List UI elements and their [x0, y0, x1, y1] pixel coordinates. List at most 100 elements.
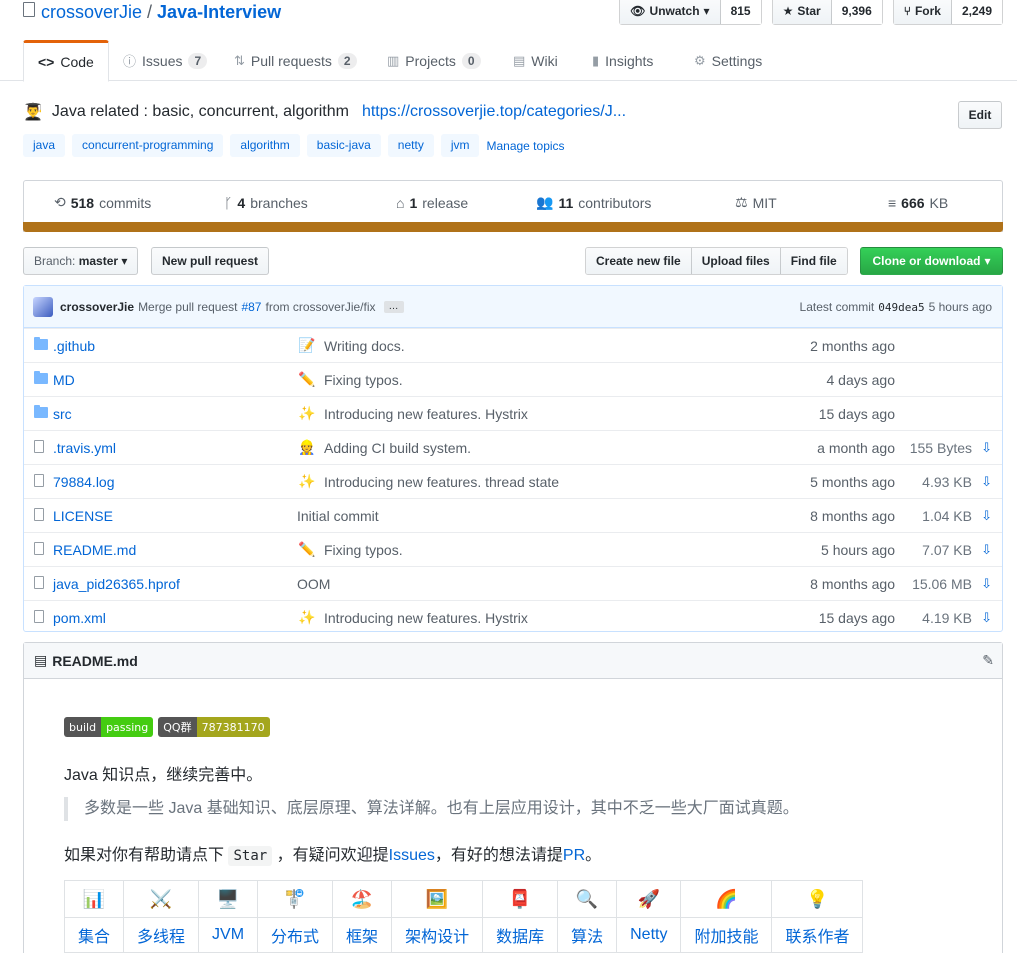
branch-select[interactable]: Branch: master ▾ [23, 247, 139, 275]
commits-link[interactable]: ⟲ 518 commits [54, 181, 151, 224]
fork-count[interactable]: 2,249 [951, 0, 1002, 24]
file-name-link[interactable]: 79884.log [53, 474, 115, 490]
commit-message-text: Fixing typos. [324, 371, 403, 388]
find-file-button[interactable]: Find file [780, 248, 847, 274]
table-link-cell[interactable]: 算法 [557, 917, 618, 953]
table-link-cell[interactable]: Netty [616, 917, 682, 953]
edit-button[interactable]: Edit [958, 101, 1002, 129]
expand-commit-button[interactable]: … [383, 300, 404, 313]
table-link-cell[interactable]: 分布式 [257, 917, 334, 953]
repo-owner-link[interactable]: crossoverJie [41, 2, 142, 23]
issues-link[interactable]: Issues [389, 847, 435, 864]
watch-count[interactable]: 815 [720, 0, 761, 24]
build-badge[interactable]: build passing [64, 717, 154, 737]
release-label: release [422, 194, 469, 211]
language-bar[interactable] [23, 222, 1003, 232]
manage-topics-link[interactable]: Manage topics [486, 139, 564, 153]
file-name-link[interactable]: java_pid26365.hprof [53, 576, 180, 592]
pr-link[interactable]: #87 [241, 300, 261, 314]
releases-link[interactable]: ⌂ 1 release [396, 181, 468, 224]
download-icon[interactable]: ⇩ [981, 576, 992, 592]
file-name-link[interactable]: src [53, 406, 72, 422]
repo-nav: <> Code ⓘ Issues 7 ⇅ Pull requests 2 ▥ Project… [0, 40, 1017, 82]
file-age: 8 months ago [810, 575, 895, 592]
fork-button[interactable]: ⑂ Fork [893, 0, 952, 24]
pr-link[interactable]: PR [563, 847, 585, 864]
commit-sha[interactable]: 049dea5 [878, 301, 924, 314]
download-icon[interactable]: ⇩ [981, 440, 992, 456]
badge-right: passing [101, 717, 154, 737]
tab-projects[interactable]: ▥ Projects 0 [387, 40, 481, 81]
commit-message[interactable]: 👷 Adding CI build system. [297, 439, 471, 456]
topic-tag[interactable]: netty [387, 134, 434, 157]
download-icon[interactable]: ⇩ [981, 610, 992, 626]
new-pull-request-button[interactable]: New pull request [151, 247, 270, 275]
license-link[interactable]: ⚖ MIT [735, 181, 777, 224]
file-name-link[interactable]: README.md [53, 542, 136, 558]
description-text: Java related : basic, concurrent, algori… [51, 103, 349, 120]
commit-message[interactable]: OOM [297, 576, 330, 592]
table-link-cell[interactable]: 联系作者 [771, 917, 864, 953]
topic-tag[interactable]: jvm [440, 134, 480, 157]
table-link-cell[interactable]: 框架 [332, 917, 393, 953]
commit-message-prefix[interactable]: Merge pull request [138, 300, 237, 314]
pencil-icon[interactable]: ✎ [982, 652, 994, 669]
file-name-link[interactable]: LICENSE [53, 508, 113, 524]
clone-download-button[interactable]: Clone or download ▾ [860, 247, 1003, 275]
commit-message-text: Introducing new features. thread state [324, 473, 560, 490]
commit-message[interactable]: ✏️ Fixing typos. [297, 541, 402, 558]
tab-insights[interactable]: ▮ Insights [592, 40, 653, 81]
folder-icon [34, 337, 48, 350]
upload-files-button[interactable]: Upload files [691, 248, 781, 274]
file-name-link[interactable]: .travis.yml [53, 440, 116, 456]
topic-tag[interactable]: algorithm [230, 134, 300, 157]
table-link-cell[interactable]: 多线程 [123, 917, 200, 953]
topic-tag[interactable]: java [23, 134, 66, 157]
table-link-cell[interactable]: 架构设计 [391, 917, 484, 953]
qq-badge[interactable]: QQ群 787381170 [158, 717, 270, 737]
commit-message-text: Introducing new features. Hystrix [324, 609, 528, 626]
table-icon-cell: 🚀 [616, 880, 682, 918]
file-age: 15 days ago [818, 609, 895, 626]
tab-code[interactable]: <> Code [23, 40, 109, 82]
commit-message[interactable]: 📝 Writing docs. [297, 337, 404, 354]
table-link-cell[interactable]: 数据库 [482, 917, 559, 953]
avatar[interactable] [33, 296, 53, 317]
file-row: java_pid26365.hprof OOM 8 months ago 15.06 … [24, 566, 1002, 600]
topic-tag[interactable]: concurrent-programming [72, 134, 224, 157]
tab-pull-requests[interactable]: ⇅ Pull requests 2 [234, 40, 357, 81]
commit-author[interactable]: crossoverJie [60, 300, 134, 314]
repo-name-link[interactable]: Java-Interview [157, 2, 281, 23]
pagehead-actions: 👁 Unwatch ▾ 815 ★ Star 9,396 ⑂ Fork 2,249 [619, 0, 1003, 25]
commit-message[interactable]: ✏️ Fixing typos. [297, 371, 403, 388]
watch-button[interactable]: 👁 Unwatch ▾ [620, 0, 721, 24]
topic-tag[interactable]: basic-java [306, 134, 381, 157]
table-link-cell[interactable]: 附加技能 [680, 917, 773, 953]
table-link-cell[interactable]: 集合 [63, 917, 125, 953]
tab-issues[interactable]: ⓘ Issues 7 [123, 40, 208, 81]
download-icon[interactable]: ⇩ [981, 508, 992, 524]
file-icon [34, 508, 44, 521]
commit-message-suffix[interactable]: from crossoverJie/fix [265, 300, 375, 314]
file-name-link[interactable]: MD [53, 372, 75, 388]
star-button[interactable]: ★ Star [772, 0, 832, 24]
create-new-file-button[interactable]: Create new file [586, 248, 692, 274]
table-link-cell[interactable]: JVM [198, 917, 259, 953]
badge-right: 787381170 [196, 717, 270, 737]
tab-settings[interactable]: ⚙ Settings [694, 40, 762, 81]
commit-emoji: ✨ [298, 473, 316, 489]
download-icon[interactable]: ⇩ [981, 542, 992, 558]
file-name-link[interactable]: .github [53, 338, 95, 354]
commit-message[interactable]: ✨ Introducing new features. Hystrix [297, 405, 528, 422]
homepage-link[interactable]: https://crossoverjie.top/categories/J... [362, 103, 626, 121]
commit-message[interactable]: Initial commit [297, 508, 379, 524]
branches-link[interactable]: ᚴ 4 branches [224, 181, 308, 224]
contributors-link[interactable]: 👥 11 contributors [536, 181, 651, 224]
star-count[interactable]: 9,396 [831, 0, 882, 24]
project-icon: ▥ [387, 52, 400, 68]
commit-message[interactable]: ✨ Introducing new features. Hystrix [297, 609, 528, 626]
download-icon[interactable]: ⇩ [981, 474, 992, 490]
file-name-link[interactable]: pom.xml [53, 610, 106, 626]
tab-wiki[interactable]: ▤ Wiki [513, 40, 558, 81]
commit-message[interactable]: ✨ Introducing new features. thread state [297, 473, 559, 490]
